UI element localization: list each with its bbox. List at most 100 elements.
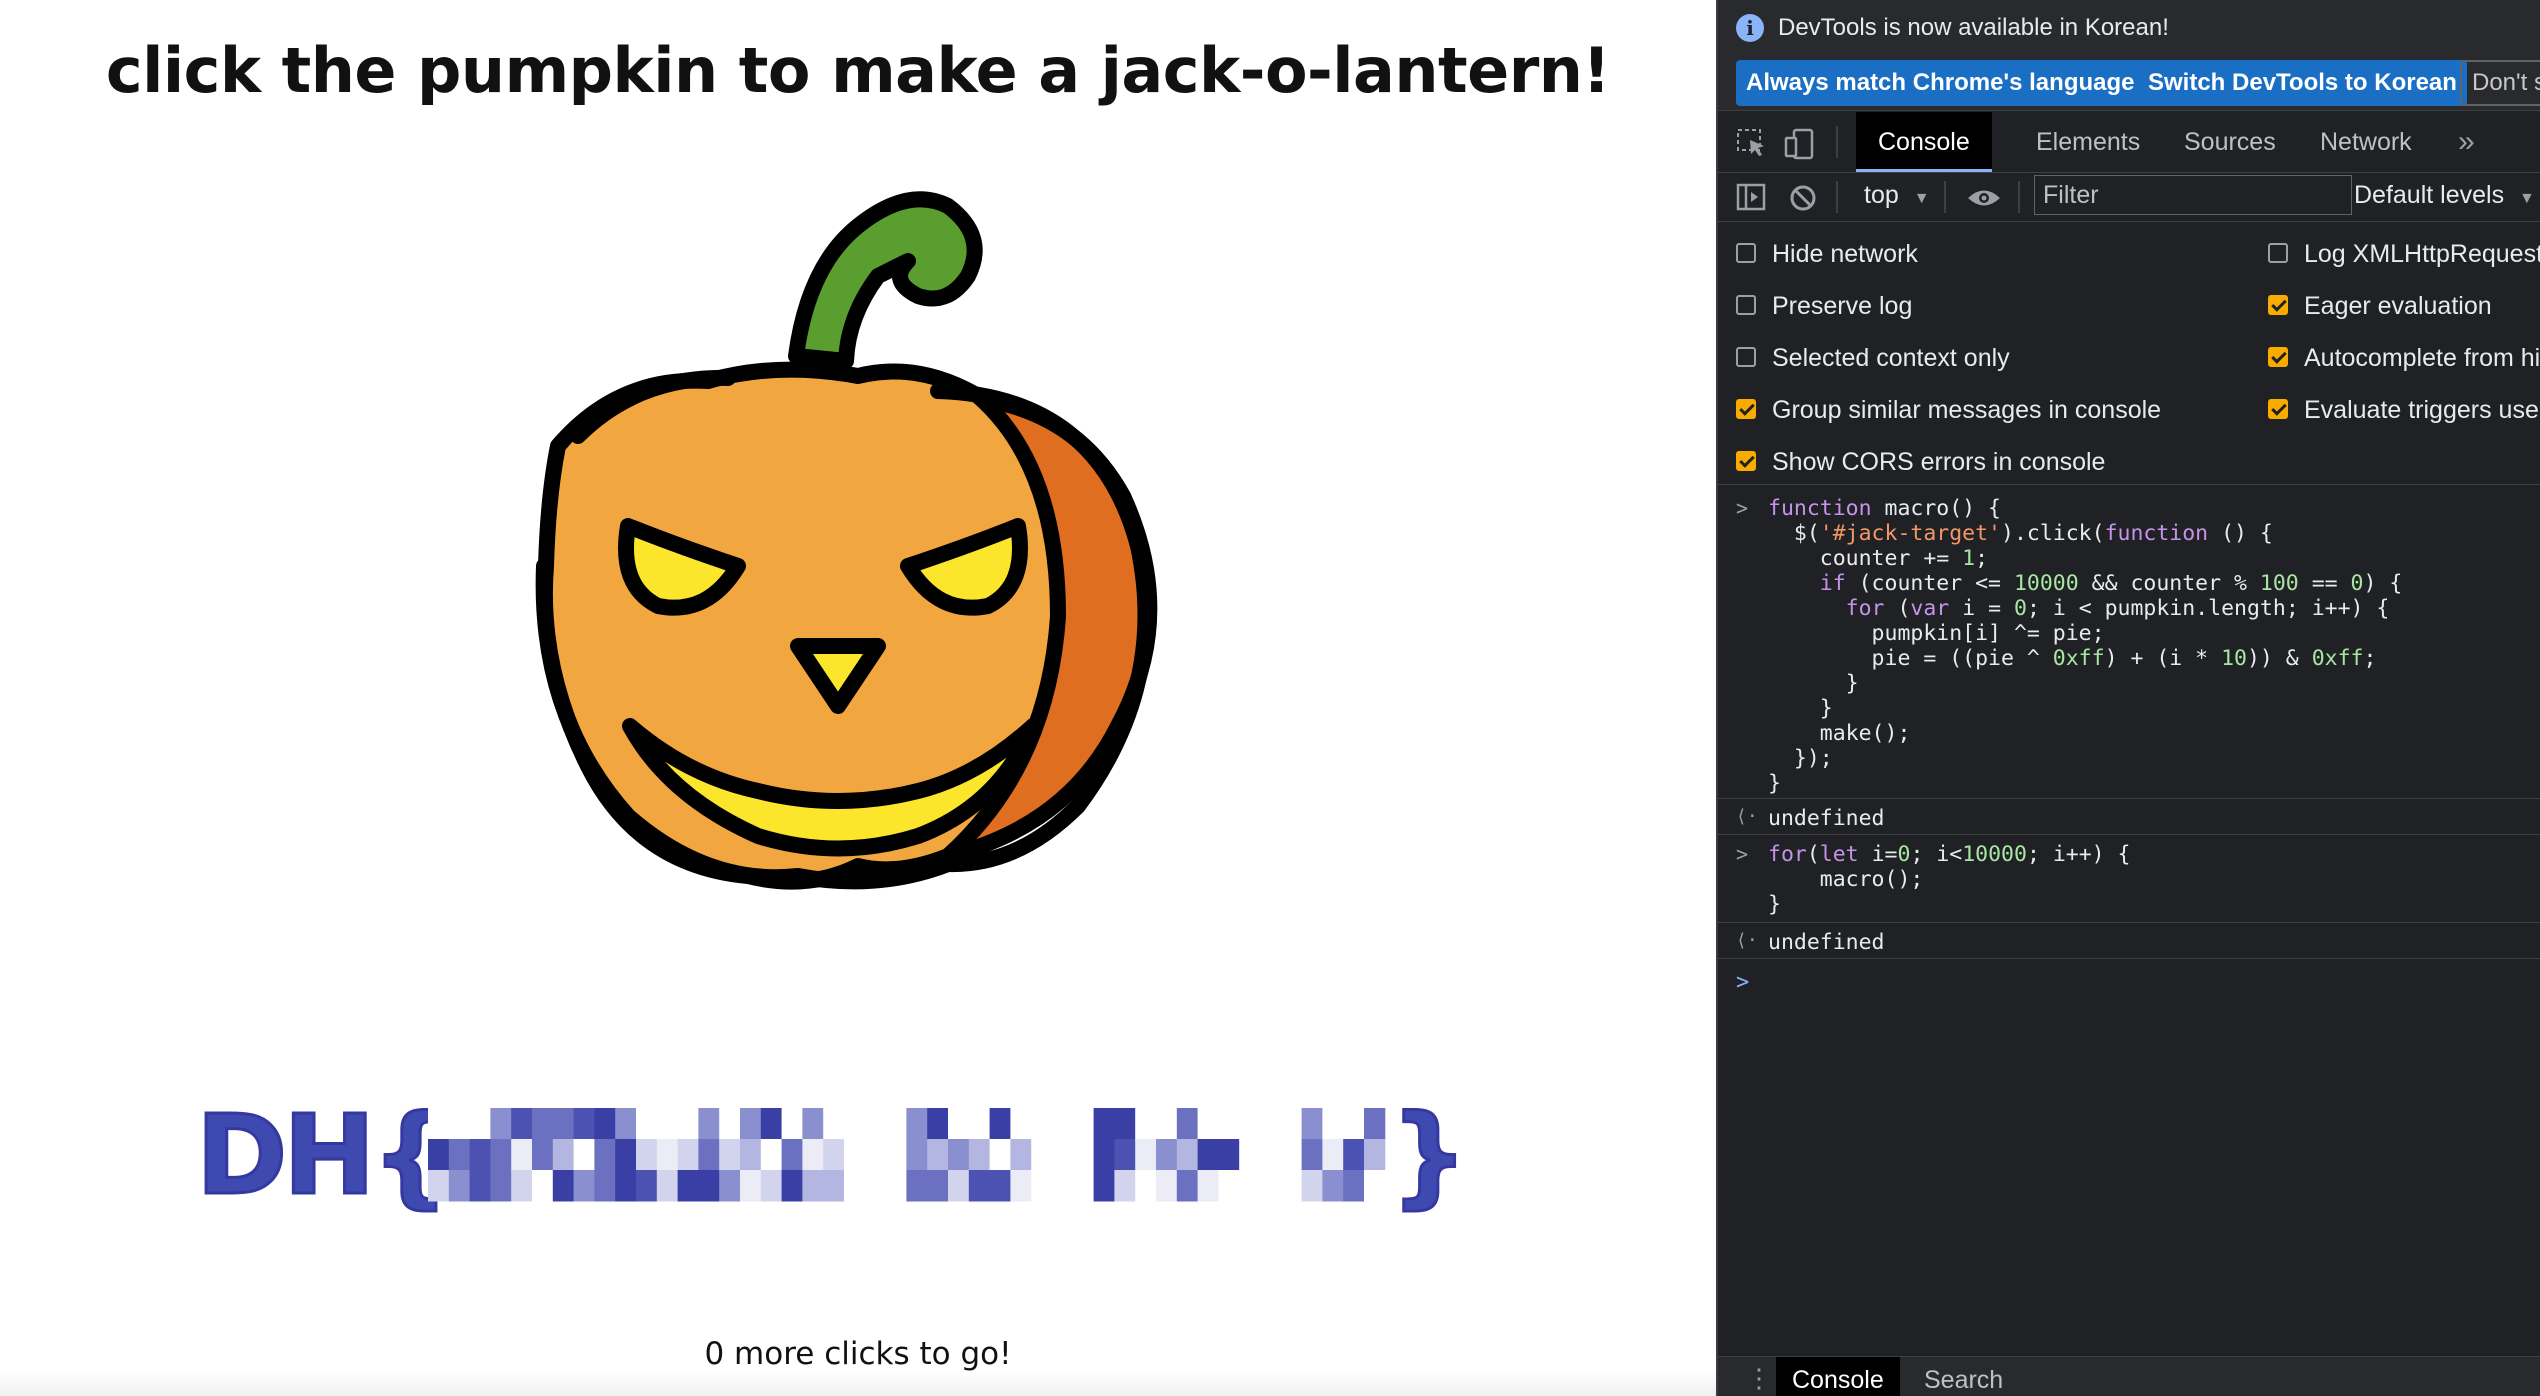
mosaic-pixel	[428, 1170, 450, 1202]
mosaic-pixel	[1135, 1170, 1157, 1202]
drawer-tabbar: ⋮ Console Search	[1718, 1356, 2540, 1396]
setting-checkbox[interactable]	[1736, 295, 1756, 315]
mosaic-pixel	[656, 1139, 679, 1171]
console-toolbar: top ▼ Default levels ▼	[1718, 173, 2540, 222]
mosaic-pixel	[1301, 1170, 1323, 1202]
console-result-entry: ⟨· undefined	[1718, 806, 2540, 836]
mosaic-pixel	[906, 1139, 928, 1171]
mosaic-pixel	[428, 1108, 450, 1140]
mosaic-pixel	[1301, 1139, 1323, 1171]
mosaic-pixel	[511, 1108, 533, 1140]
inspect-element-icon[interactable]	[1736, 128, 1768, 158]
tab-elements[interactable]: Elements	[2014, 112, 2162, 172]
setting-label: Evaluate triggers user	[2304, 396, 2540, 424]
mosaic-pixel	[740, 1108, 762, 1140]
mosaic-pixel	[532, 1139, 554, 1171]
console-settings: Hide network Preserve log Selected context…	[1718, 222, 2540, 485]
drawer-menu-icon[interactable]: ⋮	[1746, 1363, 1772, 1394]
eye-icon[interactable]	[1966, 187, 2002, 209]
mosaic-pixel	[615, 1108, 637, 1140]
mosaic-pixel	[989, 1139, 1011, 1171]
mosaic-pixel	[552, 1108, 575, 1140]
console-result: undefined	[1768, 806, 1885, 831]
setting-checkbox[interactable]	[1736, 243, 1756, 263]
mosaic-pixel	[573, 1170, 595, 1202]
mosaic-pixel	[906, 1170, 928, 1202]
mosaic-pixel	[1343, 1108, 1365, 1140]
console-prompt-input[interactable]: >	[1736, 970, 1749, 995]
mosaic-pixel	[1280, 1108, 1303, 1140]
mosaic-pixel	[760, 1139, 783, 1171]
mosaic-pixel	[552, 1170, 575, 1202]
jack-target-pumpkin[interactable]	[478, 166, 1238, 906]
drawer-tab-console[interactable]: Console	[1776, 1357, 1900, 1396]
mosaic-pixel	[469, 1139, 491, 1171]
mosaic-pixel	[1364, 1139, 1386, 1171]
mosaic-pixel	[781, 1139, 803, 1171]
setting-label: Selected context only	[1772, 344, 2010, 372]
mosaic-pixel	[823, 1108, 845, 1140]
setting-checkbox[interactable]	[1736, 347, 1756, 367]
setting-checkbox[interactable]	[1736, 451, 1756, 471]
dont-show-again-button[interactable]: Don't s	[2460, 60, 2540, 106]
result-arrow-icon: ⟨·	[1736, 930, 1758, 951]
mosaic-pixel	[1176, 1108, 1199, 1140]
console-input-code: function macro() { $('#jack-target').cli…	[1768, 496, 2403, 796]
mosaic-pixel	[1010, 1170, 1032, 1202]
filter-input[interactable]	[2034, 175, 2352, 215]
mosaic-pixel	[1072, 1108, 1095, 1140]
mosaic-pixel	[636, 1139, 658, 1171]
more-tabs-button[interactable]: »	[2436, 112, 2497, 172]
mosaic-pixel	[1052, 1170, 1074, 1202]
setting-checkbox[interactable]	[1736, 399, 1756, 419]
mosaic-pixel	[823, 1139, 845, 1171]
mosaic-pixel	[760, 1108, 783, 1140]
always-match-language-button[interactable]: Always match Chrome's language	[1736, 60, 2145, 106]
mosaic-pixel	[1218, 1170, 1240, 1202]
device-toolbar-icon[interactable]	[1784, 128, 1816, 160]
mosaic-pixel	[615, 1139, 637, 1171]
mosaic-pixel	[740, 1139, 762, 1171]
switch-to-korean-button[interactable]: Switch DevTools to Korean	[2138, 60, 2467, 106]
tab-console[interactable]: Console	[1856, 112, 1992, 172]
drawer-tab-search[interactable]: Search	[1908, 1357, 2019, 1396]
setting-checkbox[interactable]	[2268, 399, 2288, 419]
mosaic-pixel	[1322, 1139, 1344, 1171]
setting-checkbox[interactable]	[2268, 243, 2288, 263]
mosaic-pixel	[594, 1108, 616, 1140]
flag-pixel-mosaic	[428, 1108, 1386, 1202]
tab-network[interactable]: Network	[2298, 112, 2434, 172]
log-levels-dropdown[interactable]: Default levels ▼	[2354, 181, 2535, 210]
clicks-remaining-text: 0 more clicks to go!	[704, 1336, 1012, 1372]
mosaic-pixel	[1239, 1170, 1261, 1202]
context-selector[interactable]: top ▼	[1864, 181, 1930, 210]
mosaic-pixel	[511, 1170, 533, 1202]
mosaic-pixel	[1135, 1108, 1157, 1140]
mosaic-pixel	[1093, 1108, 1115, 1140]
show-sidebar-icon[interactable]	[1736, 183, 1766, 211]
mosaic-pixel	[636, 1108, 658, 1140]
mosaic-pixel	[1114, 1108, 1136, 1140]
info-icon: i	[1736, 14, 1764, 42]
mosaic-pixel	[594, 1139, 616, 1171]
mosaic-pixel	[1218, 1139, 1240, 1171]
mosaic-pixel	[760, 1170, 783, 1202]
setting-checkbox[interactable]	[2268, 347, 2288, 367]
clear-console-icon[interactable]	[1788, 183, 1818, 213]
mosaic-pixel	[844, 1170, 866, 1202]
mosaic-pixel	[719, 1170, 741, 1202]
setting-checkbox[interactable]	[2268, 295, 2288, 315]
mosaic-pixel	[885, 1108, 907, 1140]
mosaic-pixel	[948, 1139, 970, 1171]
mosaic-pixel	[490, 1170, 512, 1202]
tab-sources[interactable]: Sources	[2162, 112, 2298, 172]
mosaic-pixel	[573, 1139, 595, 1171]
mosaic-pixel	[1093, 1139, 1115, 1171]
language-infobar: i DevTools is now available in Korean! A…	[1718, 0, 2540, 111]
page-bottom-fade	[0, 1370, 1716, 1396]
mosaic-pixel	[927, 1108, 949, 1140]
flag-prefix: DH{	[195, 1090, 452, 1221]
mosaic-pixel	[1322, 1170, 1344, 1202]
mosaic-pixel	[448, 1170, 471, 1202]
console-result: undefined	[1768, 930, 1885, 955]
